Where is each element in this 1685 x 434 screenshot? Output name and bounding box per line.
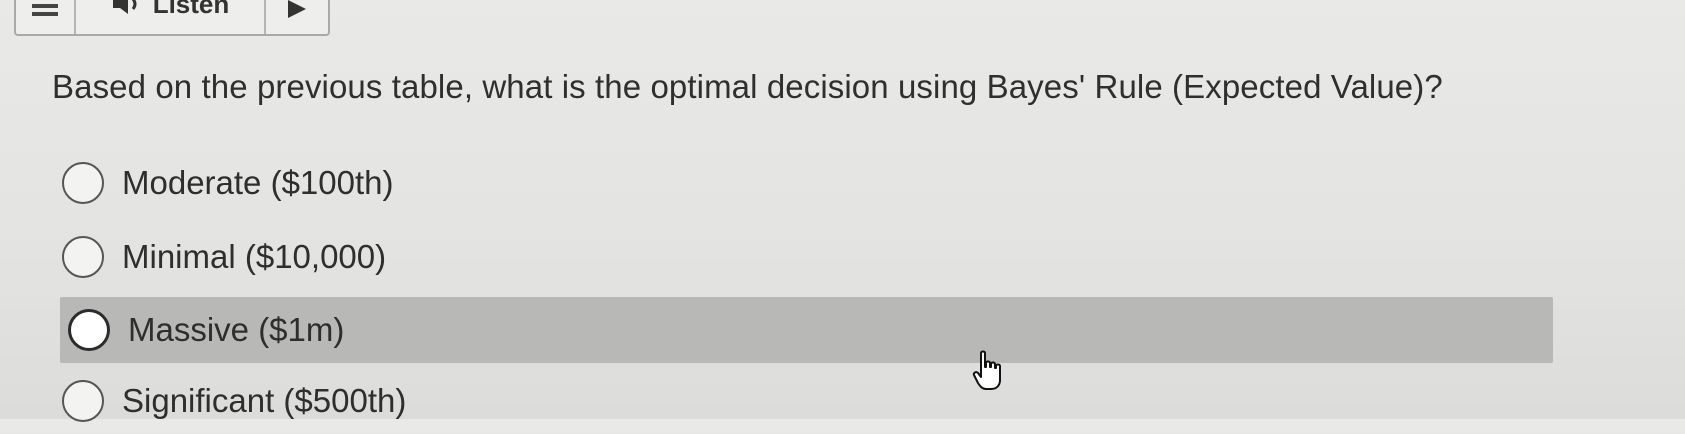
listen-label: Listen bbox=[152, 0, 230, 19]
hand-pointer-cursor-icon bbox=[972, 350, 1001, 390]
option-label: Significant ($500th) bbox=[122, 382, 407, 419]
option-label: Moderate ($100th) bbox=[122, 164, 394, 201]
play-icon bbox=[288, 0, 306, 18]
radio-button[interactable] bbox=[62, 236, 104, 278]
option-significant[interactable]: Significant ($500th) bbox=[60, 368, 406, 434]
hamburger-menu-icon bbox=[32, 4, 58, 16]
menu-button[interactable] bbox=[16, 0, 76, 34]
option-massive[interactable]: Massive ($1m) bbox=[60, 297, 1553, 363]
speaker-icon bbox=[112, 0, 137, 14]
listen-button[interactable]: Listen bbox=[76, 0, 266, 34]
radio-button[interactable] bbox=[62, 162, 104, 204]
option-label: Minimal ($10,000) bbox=[122, 238, 387, 275]
option-label: Massive ($1m) bbox=[128, 311, 345, 348]
question-text: Based on the previous table, what is the… bbox=[52, 68, 1443, 105]
option-moderate[interactable]: Moderate ($100th) bbox=[60, 150, 394, 216]
play-button[interactable] bbox=[266, 0, 328, 34]
option-minimal[interactable]: Minimal ($10,000) bbox=[60, 224, 386, 290]
radio-button[interactable] bbox=[68, 309, 110, 351]
radio-button[interactable] bbox=[62, 380, 104, 422]
read-aloud-toolbar: Listen bbox=[14, 0, 330, 36]
